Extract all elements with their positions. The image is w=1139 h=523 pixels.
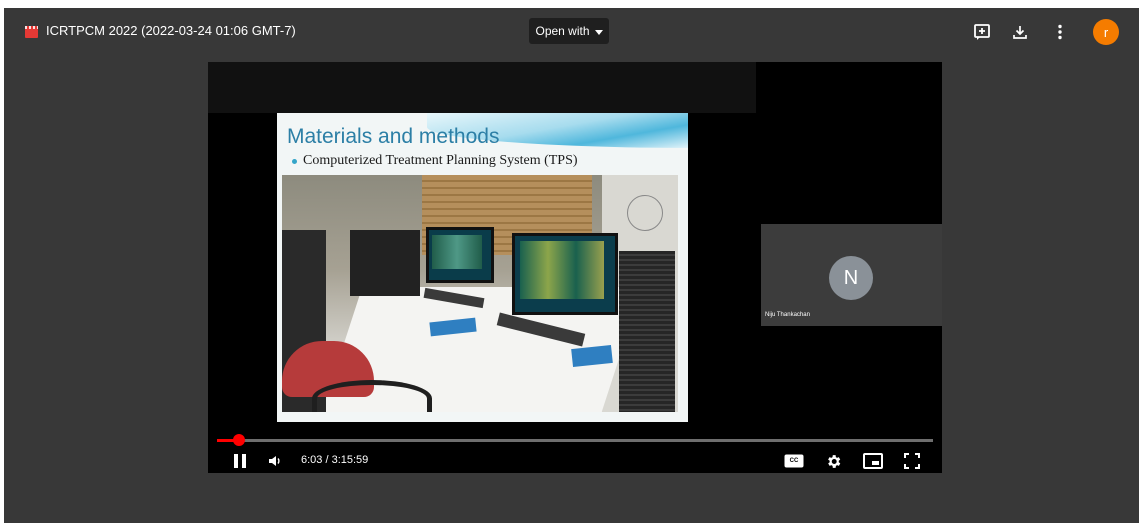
video-file-icon: [25, 26, 38, 38]
captions-button[interactable]: CC: [783, 451, 805, 471]
avatar-letter: r: [1103, 24, 1109, 40]
download-icon[interactable]: [1010, 22, 1030, 42]
participant-avatar: N: [829, 256, 873, 300]
fullscreen-icon[interactable]: [901, 451, 923, 471]
video-player[interactable]: Materials and methods Computerized Treat…: [208, 62, 942, 473]
volume-icon[interactable]: [265, 451, 285, 471]
tps-room-photo: [282, 175, 678, 412]
progress-bar[interactable]: [217, 434, 933, 446]
file-title: ICRTPCM 2022 (2022-03-24 01:06 GMT-7): [46, 23, 296, 38]
settings-gear-icon[interactable]: [822, 451, 844, 471]
video-frame-band: [208, 62, 756, 113]
time-display: 6:03 / 3:15:59: [301, 454, 369, 466]
presentation-slide: Materials and methods Computerized Treat…: [277, 113, 688, 422]
more-options-icon[interactable]: [1050, 22, 1070, 42]
open-with-button[interactable]: Open with: [529, 18, 609, 44]
account-avatar[interactable]: r: [1093, 19, 1119, 45]
participant-initial: N: [843, 266, 859, 289]
top-bar: ICRTPCM 2022 (2022-03-24 01:06 GMT-7) Op…: [4, 8, 1139, 56]
progress-scrubber-handle[interactable]: [233, 434, 246, 446]
participant-tile: N Niju Thankachan: [761, 224, 942, 326]
caret-down-icon: [594, 29, 603, 35]
captions-label: CC: [789, 458, 799, 464]
bullet-dot-icon: [292, 158, 297, 164]
slide-title: Materials and methods: [287, 125, 500, 148]
drive-video-viewer: ICRTPCM 2022 (2022-03-24 01:06 GMT-7) Op…: [4, 8, 1139, 523]
miniplayer-icon[interactable]: [861, 451, 885, 471]
participant-name: Niju Thankachan: [765, 312, 810, 318]
slide-bullet: Computerized Treatment Planning System (…: [292, 153, 578, 169]
pause-button[interactable]: [228, 451, 252, 471]
open-with-label: Open with: [535, 24, 590, 38]
add-comment-icon[interactable]: [972, 22, 992, 42]
slide-bullet-text: Computerized Treatment Planning System (…: [303, 153, 578, 168]
